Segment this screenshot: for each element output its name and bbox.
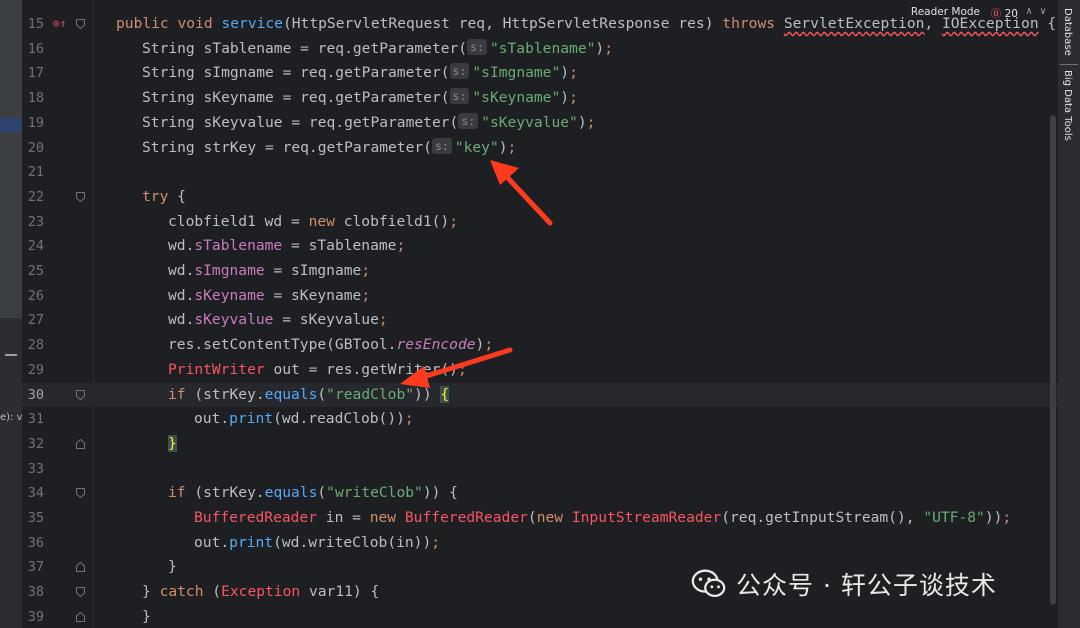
line-number[interactable]: 36 <box>22 531 44 556</box>
fold-open-icon[interactable] <box>76 587 85 598</box>
code-editor[interactable]: ⊙↑ 15 public void service(HttpServletRequ… <box>22 0 1058 628</box>
scroll-thumb[interactable] <box>1050 115 1056 605</box>
line-number[interactable]: 29 <box>22 358 44 383</box>
project-panel-edge: e): v <box>0 0 23 628</box>
project-tree-region <box>0 0 22 318</box>
line-number[interactable]: 18 <box>22 86 44 111</box>
vertical-scrollbar[interactable] <box>1048 0 1058 628</box>
code-line[interactable]: 39} <box>22 605 1058 628</box>
code-line[interactable]: 27 wd.sKeyvalue = sKeyvalue; <box>22 308 1058 333</box>
chevron-up-icon[interactable]: ∧ <box>1026 6 1032 17</box>
line-number[interactable]: 23 <box>22 210 44 235</box>
watermark: 公众号 · 轩公子谈技术 <box>690 564 997 604</box>
error-circle-icon: ⓪ <box>990 8 1002 20</box>
big-data-tools-tab[interactable]: Big Data Tools <box>1062 70 1073 141</box>
code-text[interactable]: String sTablename = req.getParameter(s: "… <box>142 37 613 62</box>
line-number[interactable]: 21 <box>22 160 44 185</box>
code-text[interactable]: res.setContentType(GBTool.resEncode); <box>168 333 493 358</box>
line-number[interactable]: 27 <box>22 308 44 333</box>
error-count-badge[interactable]: ⓪ 20 <box>991 6 1018 21</box>
line-number[interactable]: 38 <box>22 580 44 605</box>
code-line[interactable]: 36 out.print(wd.writeClob(in)); <box>22 531 1058 556</box>
fold-open-icon[interactable] <box>76 19 85 29</box>
watermark-text: 公众号 · 轩公子谈技术 <box>736 571 997 600</box>
line-number[interactable]: 28 <box>22 333 44 358</box>
code-line[interactable]: 31 out.print(wd.readClob()); <box>22 407 1058 432</box>
line-number[interactable]: 39 <box>22 605 44 628</box>
code-line[interactable]: 29 PrintWriter out = res.getWriter(); <box>22 358 1058 383</box>
fold-open-icon[interactable] <box>76 389 85 400</box>
code-line[interactable]: 28 res.setContentType(GBTool.resEncode); <box>22 333 1058 358</box>
tab-divider <box>1060 64 1078 65</box>
code-text[interactable]: wd.sKeyname = sKeyname; <box>168 284 370 309</box>
line-number[interactable]: 30 <box>22 383 44 408</box>
line-number[interactable]: 25 <box>22 259 44 284</box>
code-line[interactable]: 32} <box>22 432 1058 457</box>
code-line[interactable]: 15 public void service(HttpServletRequest… <box>22 12 1058 37</box>
line-number[interactable]: 15 <box>22 12 44 37</box>
line-number[interactable]: 26 <box>22 284 44 309</box>
code-line[interactable]: 34 if (strKey.equals("writeClob")) { <box>22 481 1058 506</box>
code-text[interactable]: BufferedReader in = new BufferedReader(n… <box>194 506 1011 531</box>
line-number[interactable]: 34 <box>22 481 44 506</box>
line-number[interactable]: 31 <box>22 407 44 432</box>
code-text[interactable]: clobfield1 wd = new clobfield1(); <box>168 210 458 235</box>
code-text[interactable]: } catch (Exception var11) { <box>142 580 379 605</box>
code-line[interactable]: 30 if (strKey.equals("readClob")) { <box>22 382 1058 408</box>
code-line[interactable]: 23 clobfield1 wd = new clobfield1(); <box>22 210 1058 235</box>
error-count: 20 <box>1004 8 1018 20</box>
line-number[interactable]: 22 <box>22 185 44 210</box>
fold-open-icon[interactable] <box>76 488 85 499</box>
code-text[interactable]: wd.sKeyvalue = sKeyvalue; <box>168 308 388 333</box>
code-line[interactable]: 20 String strKey = req.getParameter(s: "ke… <box>22 136 1058 161</box>
code-line[interactable]: 33 <box>22 457 1058 482</box>
database-tab[interactable]: Database <box>1062 8 1073 56</box>
line-number[interactable]: 33 <box>22 457 44 482</box>
chevron-down-icon[interactable]: ∨ <box>1040 6 1046 17</box>
code-line[interactable]: 18 String sKeyname = req.getParameter(s: "… <box>22 86 1058 111</box>
code-text[interactable]: if (strKey.equals("writeClob")) { <box>168 481 458 506</box>
fold-open-icon[interactable] <box>76 191 85 202</box>
code-text[interactable]: } <box>142 605 151 628</box>
code-line[interactable]: 35 BufferedReader in = new BufferedReader… <box>22 506 1058 531</box>
fold-close-icon[interactable] <box>76 611 85 622</box>
line-number[interactable]: 32 <box>22 432 44 457</box>
reader-mode-button[interactable]: Reader Mode <box>911 6 980 18</box>
minimize-icon[interactable] <box>5 354 17 356</box>
structure-text: e): v <box>0 412 23 423</box>
selected-tree-row[interactable] <box>0 118 22 132</box>
code-text[interactable]: PrintWriter out = res.getWriter(); <box>168 358 467 383</box>
line-number[interactable]: 35 <box>22 506 44 531</box>
code-text[interactable]: out.print(wd.writeClob(in)); <box>194 531 440 556</box>
code-text[interactable]: wd.sTablename = sTablename; <box>168 234 405 259</box>
right-tool-window-bar: Database Big Data Tools <box>1058 0 1080 628</box>
fold-close-icon[interactable] <box>76 438 85 449</box>
line-number[interactable]: 19 <box>22 111 44 136</box>
code-text[interactable]: wd.sImgname = sImgname; <box>168 259 370 284</box>
code-line[interactable]: 25 wd.sImgname = sImgname; <box>22 259 1058 284</box>
code-line[interactable]: 24 wd.sTablename = sTablename; <box>22 234 1058 259</box>
code-text[interactable]: out.print(wd.readClob()); <box>194 407 414 432</box>
code-text[interactable]: if (strKey.equals("readClob")) { <box>168 383 450 408</box>
code-line[interactable]: 26 wd.sKeyname = sKeyname; <box>22 284 1058 309</box>
code-line[interactable]: 21 <box>22 160 1058 185</box>
code-text[interactable]: String strKey = req.getParameter(s: "key"… <box>142 136 516 161</box>
code-line[interactable]: 19 String sKeyvalue = req.getParameter(s:… <box>22 111 1058 136</box>
line-number[interactable]: 20 <box>22 136 44 161</box>
line-number[interactable]: 16 <box>22 37 44 62</box>
code-text[interactable]: String sKeyname = req.getParameter(s: "sK… <box>142 86 578 111</box>
code-text[interactable]: try { <box>142 185 186 210</box>
line-number[interactable]: 37 <box>22 555 44 580</box>
code-text[interactable]: } <box>168 432 177 457</box>
code-text[interactable]: String sKeyvalue = req.getParameter(s: "s… <box>142 111 595 136</box>
line-number[interactable]: 24 <box>22 234 44 259</box>
wechat-icon <box>691 569 726 598</box>
code-line[interactable]: 17 String sImgname = req.getParameter(s: "… <box>22 61 1058 86</box>
code-line[interactable]: 16 String sTablename = req.getParameter(s… <box>22 37 1058 62</box>
code-line[interactable]: 22 try { <box>22 185 1058 210</box>
code-text[interactable]: } <box>168 555 177 580</box>
line-number[interactable]: 17 <box>22 61 44 86</box>
fold-close-icon[interactable] <box>76 562 85 573</box>
code-text[interactable]: String sImgname = req.getParameter(s: "sI… <box>142 61 578 86</box>
